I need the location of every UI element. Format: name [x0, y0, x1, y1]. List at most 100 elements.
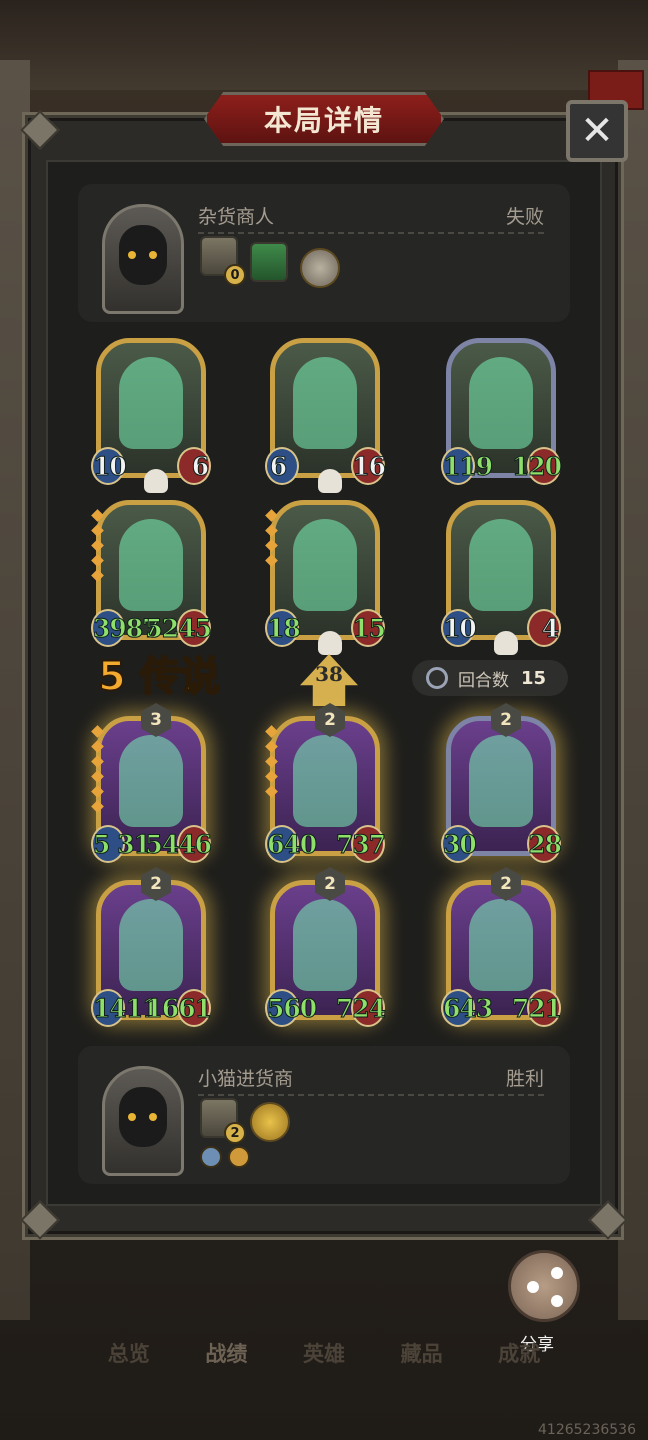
- tab-records[interactable]: 战绩: [205, 1338, 247, 1378]
- pip-icon: [91, 740, 104, 753]
- minion-art: [119, 899, 183, 991]
- minion-attack: 18: [267, 613, 302, 643]
- opponent-name: 杂货商人: [198, 206, 275, 228]
- pip-icon: [265, 554, 278, 567]
- opponent-minion-card[interactable]: 10 6: [91, 338, 211, 493]
- bottom-tab-bar: 总览 战绩 英雄 藏品 成就: [0, 1338, 648, 1378]
- minion-health: 5446: [145, 829, 213, 859]
- share-icon: [551, 1267, 563, 1279]
- pip-icon: [91, 569, 104, 582]
- minion-art: [293, 519, 357, 611]
- minion-attack: 560: [266, 993, 317, 1023]
- player-hero-portrait[interactable]: [102, 1066, 184, 1176]
- pocket-watch-icon[interactable]: [300, 248, 340, 288]
- tab-heroes[interactable]: 英雄: [303, 1338, 345, 1378]
- divider: [198, 1094, 544, 1096]
- share-button[interactable]: [508, 1250, 580, 1322]
- refresh-icon: [426, 667, 448, 689]
- tavern-level: 38: [315, 662, 343, 686]
- minion-attack: 10: [93, 451, 128, 481]
- sword-icon[interactable]: [200, 1146, 222, 1168]
- dialog-title: 本局详情: [204, 92, 444, 146]
- owl-face-icon: [119, 1087, 167, 1147]
- pip-icon: [265, 755, 278, 768]
- minion-art: [293, 899, 357, 991]
- player-minion-card[interactable]: 2 560 724: [265, 867, 387, 1027]
- tab-overview[interactable]: 总览: [108, 1338, 150, 1378]
- claw-icon[interactable]: [228, 1146, 250, 1168]
- pip-icon: [91, 524, 104, 537]
- minion-health: 16: [352, 451, 387, 481]
- tab-achievements[interactable]: 成就: [498, 1338, 540, 1378]
- player-minion-card[interactable]: 2 640 737: [265, 703, 387, 863]
- golden-pips: [265, 509, 278, 571]
- pip-icon: [265, 509, 278, 522]
- opponent-result: 失败: [505, 206, 544, 228]
- minion-art: [119, 735, 183, 827]
- skull-icon: [144, 469, 168, 493]
- turns-value: 15: [521, 667, 547, 689]
- player-result: 胜利: [505, 1068, 544, 1090]
- skull-icon: [318, 469, 342, 493]
- pip-icon: [91, 785, 104, 798]
- pip-icon: [91, 800, 104, 813]
- opponent-minion-card[interactable]: 119 120: [441, 338, 563, 485]
- skull-icon: [318, 631, 342, 655]
- minion-art: [469, 735, 533, 827]
- minion-health: 737: [335, 829, 386, 859]
- player-minion-card[interactable]: 35 31 5446: [91, 703, 212, 863]
- minion-health: 724: [335, 993, 386, 1023]
- minion-attack: 119: [442, 451, 493, 481]
- player-minion-card[interactable]: 2 643 721: [441, 867, 563, 1027]
- player-header: 小猫进货商 胜利 2: [78, 1046, 570, 1184]
- pip-icon: [265, 725, 278, 738]
- minion-art: [469, 357, 533, 449]
- golden-pips: [265, 725, 278, 802]
- cat-face-icon: [119, 225, 167, 285]
- skull-icon: [494, 631, 518, 655]
- opponent-minion-card[interactable]: 3987 5245: [91, 500, 212, 647]
- turns-label: 回合数: [458, 670, 509, 691]
- opponent-minion-card[interactable]: 18 15: [265, 500, 386, 655]
- pip-icon: [91, 539, 104, 552]
- opponent-minion-card[interactable]: 6 16: [265, 338, 386, 493]
- opponent-hero-portrait[interactable]: [102, 204, 184, 314]
- minion-health: 6: [191, 451, 209, 481]
- legend-count: 5 传说: [97, 653, 221, 701]
- minion-art: [119, 357, 183, 449]
- minion-health: 721: [511, 993, 562, 1023]
- minion-health: 15: [352, 613, 387, 643]
- minion-health: 120: [511, 451, 562, 481]
- pip-icon: [265, 785, 278, 798]
- minion-art: [119, 519, 183, 611]
- turns-counter: 回合数 15: [412, 660, 568, 696]
- minion-art: [293, 357, 357, 449]
- minion-attack: 30: [443, 829, 478, 859]
- hero-level-badge: 0: [224, 264, 246, 286]
- minion-art: [469, 899, 533, 991]
- minion-attack: 643: [442, 993, 493, 1023]
- minion-attack: 6: [269, 451, 287, 481]
- pip-icon: [265, 770, 278, 783]
- minion-health: 28: [528, 829, 563, 859]
- player-name: 小猫进货商: [198, 1068, 294, 1090]
- golden-pips: [91, 725, 104, 817]
- close-button[interactable]: ✕: [566, 100, 628, 162]
- minion-health: 1661: [145, 993, 213, 1023]
- pip-icon: [91, 755, 104, 768]
- uid-watermark: 41265236536: [538, 1422, 636, 1438]
- player-minion-card[interactable]: 2 30 28: [441, 703, 562, 863]
- player-minion-card[interactable]: 2 1411 1661: [91, 867, 212, 1027]
- tab-collection[interactable]: 藏品: [401, 1338, 443, 1378]
- book-icon[interactable]: [250, 242, 288, 282]
- pip-icon: [91, 509, 104, 522]
- gold-skull-coin-icon[interactable]: [250, 1102, 290, 1142]
- minion-art: [469, 519, 533, 611]
- opponent-header: 杂货商人 失败 0: [78, 184, 570, 322]
- minion-attack: 10: [443, 613, 478, 643]
- pip-icon: [265, 539, 278, 552]
- minion-art: [293, 735, 357, 827]
- pip-icon: [265, 524, 278, 537]
- opponent-minion-card[interactable]: 10 4: [441, 500, 561, 655]
- minion-health: 5245: [145, 613, 213, 643]
